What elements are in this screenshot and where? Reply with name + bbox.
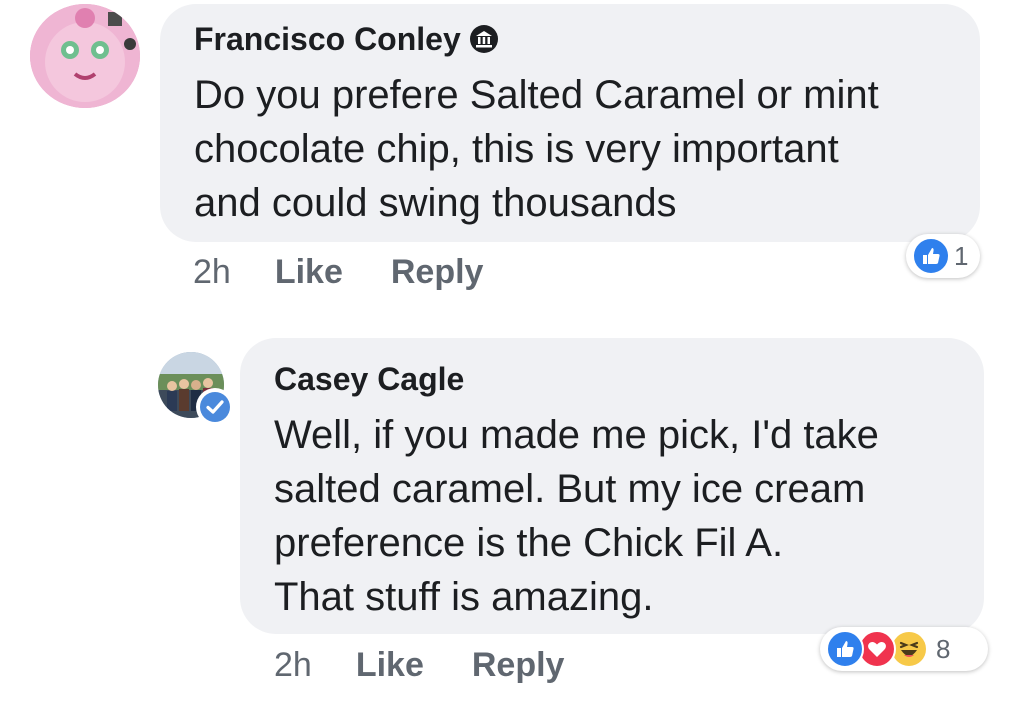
- reply-button[interactable]: Reply: [472, 646, 565, 685]
- comment-author-row: Francisco Conley: [194, 20, 980, 58]
- comment-author-name[interactable]: Casey Cagle: [274, 360, 464, 398]
- comment-author-name[interactable]: Francisco Conley: [194, 20, 461, 58]
- like-reaction-icon: [826, 630, 864, 668]
- comment-text: Well, if you made me pick, I'd take salt…: [274, 413, 879, 619]
- comment-actions: 2h Like Reply: [274, 645, 564, 685]
- reaction-count: 1: [954, 240, 969, 271]
- reply-button[interactable]: Reply: [391, 253, 484, 292]
- comment-actions: 2h Like Reply: [193, 252, 483, 292]
- comment-bubble: Francisco Conley Do you prefere Salted C…: [160, 4, 980, 242]
- comment-timestamp[interactable]: 2h: [274, 646, 312, 685]
- comment-bubble: Casey Cagle Well, if you made me pick, I…: [240, 338, 984, 634]
- verified-icon: [196, 388, 234, 426]
- avatar-francisco[interactable]: [30, 4, 140, 108]
- reaction-count: 8: [936, 633, 951, 664]
- like-reaction-icon: [912, 237, 950, 275]
- like-button[interactable]: Like: [275, 253, 343, 292]
- reaction-summary[interactable]: 1: [906, 234, 980, 278]
- reaction-summary[interactable]: 8: [820, 627, 988, 671]
- top-fan-icon: [469, 24, 499, 54]
- comment-author-row: Casey Cagle: [274, 360, 984, 398]
- like-button[interactable]: Like: [356, 646, 424, 685]
- comment-text: Do you prefere Salted Caramel or mint ch…: [194, 73, 879, 225]
- avatar-image: [30, 4, 140, 108]
- comment-timestamp[interactable]: 2h: [193, 253, 231, 292]
